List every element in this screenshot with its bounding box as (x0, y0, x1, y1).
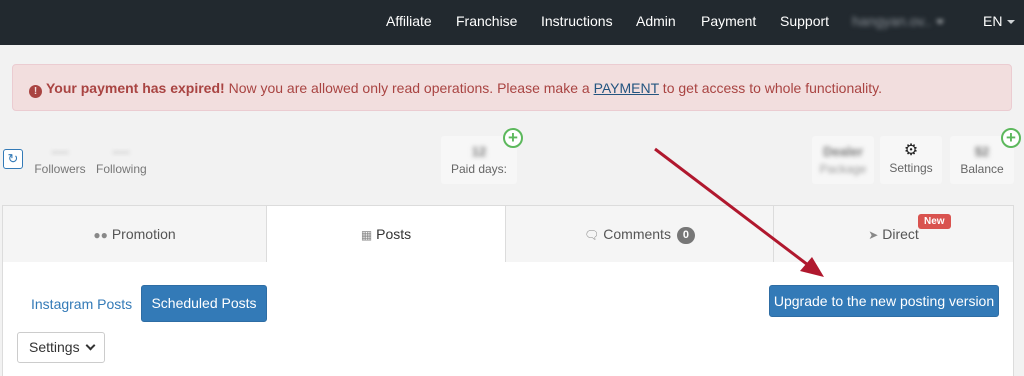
nav-instructions[interactable]: Instructions (541, 13, 613, 29)
balance-label: Balance (960, 162, 1004, 176)
nav-franchise[interactable]: Franchise (456, 13, 517, 29)
alert-tail: to get access to whole functionality. (658, 80, 883, 96)
followers-label: Followers (34, 162, 86, 176)
alert-strong: Your payment has expired! (46, 80, 225, 96)
tab-posts[interactable]: ▦ Posts (266, 205, 506, 263)
payment-expired-alert: ! Your payment has expired! Now you are a… (12, 64, 1012, 111)
plus-icon: + (1006, 128, 1016, 147)
add-balance-button[interactable]: + (1001, 128, 1021, 148)
top-navbar: Affiliate Franchise Instructions Admin P… (0, 0, 1024, 45)
main-tabs: ●● Promotion ▦ Posts 🗨 Comments 0 ➤ Direct (2, 205, 1014, 263)
user-menu[interactable]: hangyan.ov.. (852, 13, 945, 29)
balance-value: $2 (974, 144, 990, 159)
scheduled-posts-button[interactable]: Scheduled Posts (141, 285, 267, 322)
tab-comments[interactable]: 🗨 Comments 0 (505, 205, 774, 263)
following-label: Following (96, 162, 147, 176)
chevron-down-icon (85, 340, 96, 351)
alert-text: Now you are allowed only read operations… (224, 80, 594, 96)
chevron-down-icon (936, 20, 945, 25)
instagram-posts-tab[interactable]: Instagram Posts (31, 296, 132, 312)
exclamation-circle-icon: ! (29, 85, 42, 98)
tab-promotion-label: Promotion (111, 226, 176, 242)
payment-link[interactable]: PAYMENT (594, 80, 659, 96)
package-value: Dealer (823, 144, 863, 159)
paid-days-value: 12 (471, 144, 487, 159)
followers-value: ---- (51, 144, 69, 159)
nav-support[interactable]: Support (780, 13, 829, 29)
grid-icon: ▦ (360, 228, 373, 242)
refresh-icon: ↻ (7, 151, 19, 166)
comments-icon: 🗨 (584, 228, 600, 242)
settings-dropdown-label: Settings (29, 339, 80, 355)
language-menu[interactable]: EN (983, 13, 1016, 29)
language-label: EN (983, 13, 1003, 29)
nav-affiliate[interactable]: Affiliate (386, 13, 432, 29)
upgrade-posting-button[interactable]: Upgrade to the new posting version (769, 285, 999, 317)
tab-promotion[interactable]: ●● Promotion (2, 205, 267, 263)
nav-payment[interactable]: Payment (701, 13, 756, 29)
package-label: Package (819, 162, 867, 176)
tab-direct-label: Direct (882, 226, 919, 242)
settings-card[interactable]: ⚙ Settings (880, 136, 942, 184)
new-badge: New (918, 214, 951, 229)
gear-icon: ⚙ (903, 142, 919, 159)
tab-comments-label: Comments (603, 226, 671, 242)
tab-direct[interactable]: ➤ Direct (773, 205, 1014, 263)
plus-icon: + (508, 128, 518, 147)
following-stat: ---- Following (96, 144, 147, 176)
comments-count-badge: 0 (676, 227, 695, 244)
user-name: hangyan.ov.. (852, 13, 932, 29)
following-value: ---- (112, 144, 130, 159)
users-icon: ●● (93, 228, 108, 242)
settings-dropdown[interactable]: Settings (17, 332, 105, 363)
package-card: Dealer Package (812, 136, 874, 184)
paper-plane-icon: ➤ (868, 228, 879, 242)
paid-days-label: Paid days: (450, 162, 508, 176)
settings-label: Settings (889, 161, 933, 175)
refresh-button[interactable]: ↻ (3, 149, 23, 169)
nav-admin[interactable]: Admin (636, 13, 676, 29)
add-days-button[interactable]: + (503, 128, 523, 148)
followers-stat: ---- Followers (34, 144, 86, 176)
chevron-down-icon (1007, 20, 1016, 25)
tab-posts-label: Posts (376, 226, 412, 242)
